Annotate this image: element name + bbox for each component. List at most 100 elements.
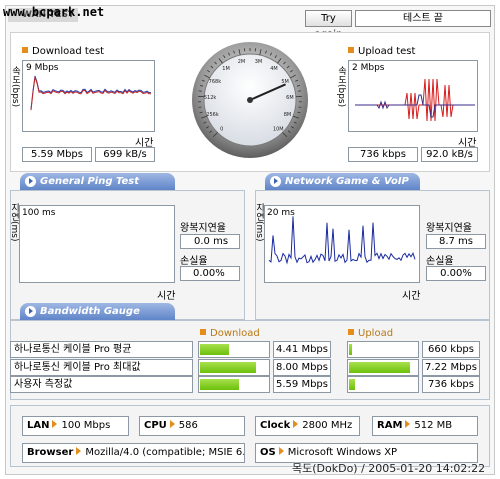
game-x-axis-label: 시간: [402, 291, 421, 302]
ram-value: 512 MB: [414, 420, 453, 431]
gauge-label: 10M: [273, 126, 284, 132]
download-series-secondary: [30, 77, 152, 111]
ram-arrow-icon: [405, 420, 411, 428]
upload-chart: 2 Mbps: [348, 60, 478, 132]
tab-general-ping-label: General Ping Test: [40, 176, 140, 187]
gauge-label: 6M: [286, 95, 294, 101]
download-bps-value: 5.59 Mbps: [22, 147, 92, 162]
clock-label: Clock: [260, 420, 291, 431]
clock-info: Clock 2800 MHz: [255, 416, 360, 436]
bandwidth-download-header-text: Download: [210, 328, 260, 339]
cpu-info: CPU 586: [139, 416, 245, 436]
watermark-stamp: 목도(DokDo) / 2005-01-20 14:02:22: [292, 462, 486, 475]
speed-gauge: 0256k512k768k1M2M 3M4M5M6M8M10M: [192, 42, 308, 158]
gauge-hub: [247, 97, 253, 103]
bandwidth-upload-bar: [347, 359, 419, 376]
bar-fill: [200, 344, 229, 355]
bandwidth-download-bar: [198, 359, 270, 376]
os-value: Microsoft Windows XP: [287, 447, 398, 458]
bandwidth-download-value: 5.59 Mbps: [273, 376, 331, 393]
lan-info: LAN 100 Mbps: [22, 416, 129, 436]
upload-title-text: Upload test: [358, 46, 416, 57]
ping-scale-label: 100 ms: [22, 208, 56, 218]
clock-arrow-icon: [293, 420, 299, 428]
download-y-axis-label: 속도(bps): [10, 66, 20, 108]
bandwidth-download-bar: [198, 341, 270, 358]
bandwidth-upload-value: 660 kbps: [422, 341, 480, 358]
game-chart: 20 ms: [264, 205, 420, 283]
download-bullet-icon: [22, 47, 28, 53]
ping-tab-arrow-icon: [25, 176, 36, 187]
ping-chart: 100 ms: [19, 205, 175, 283]
cpu-arrow-icon: [169, 420, 175, 428]
status-field: 테스트 끝: [355, 10, 491, 27]
ping-rtt-label: 왕복지연율: [180, 223, 226, 234]
bandwidth-row-label: 하나로통신 케이블 Pro 최대값: [10, 359, 193, 376]
game-latency-series: [268, 216, 416, 265]
bandwidth-row-label: 하나로통신 케이블 Pro 평균: [10, 341, 193, 358]
lan-label: LAN: [27, 420, 50, 431]
bandwidth-upload-bar: [347, 376, 419, 393]
bar-fill: [200, 362, 256, 373]
bandwidth-download-bar: [198, 376, 270, 393]
bandwidth-upload-bar: [347, 341, 419, 358]
gauge-label: 1M: [222, 66, 230, 72]
gauge-tick: [298, 90, 302, 92]
gauge-tick: [198, 90, 202, 92]
gauge-label: 0: [220, 126, 223, 132]
upload-kbs-value: 92.0 kB/s: [421, 147, 478, 162]
gauge-label: 256k: [206, 112, 219, 118]
game-loss-value: 0.00%: [426, 266, 486, 281]
lan-value: 100 Mbps: [61, 420, 111, 431]
bar-fill: [349, 344, 352, 355]
clock-value: 2800 MHz: [302, 420, 353, 431]
os-label: OS: [260, 447, 276, 458]
ram-label: RAM: [377, 420, 403, 431]
bandwidth-upload-value: 7.22 Mbps: [422, 359, 480, 376]
game-rtt-label: 왕복지연율: [426, 223, 472, 234]
os-arrow-icon: [278, 447, 284, 455]
gauge-label: 8M: [284, 112, 292, 118]
browser-arrow-icon: [76, 447, 82, 455]
upload-bps-value: 736 kbps: [348, 147, 418, 162]
game-plot: [268, 216, 416, 265]
upload-title: Upload test: [348, 46, 415, 57]
cpu-label: CPU: [144, 420, 167, 431]
site-url: www.bcpark.net: [3, 5, 105, 19]
bw-download-bullet-icon: [200, 329, 206, 335]
gauge-label: 4M: [270, 66, 278, 72]
tab-bandwidth-gauge[interactable]: Bandwidth Gauge: [20, 303, 175, 320]
ram-info: RAM 512 MB: [372, 416, 478, 436]
download-chart: 9 Mbps: [22, 60, 155, 132]
upload-plot: [355, 78, 475, 122]
gauge-label: 768k: [209, 79, 222, 85]
tab-general-ping[interactable]: General Ping Test: [20, 173, 175, 190]
bar-fill: [200, 379, 239, 390]
game-tab-arrow-icon: [270, 176, 281, 187]
bandwidth-upload-value: 736 kbps: [422, 376, 480, 393]
gauge-label: 2M: [238, 59, 246, 65]
bandwidth-download-header: Download: [200, 328, 260, 339]
ping-loss-label: 손실율: [180, 256, 208, 267]
browser-value: Mozilla/4.0 (compatible; MSIE 6.0: [85, 447, 245, 458]
upload-series-red: [355, 78, 475, 122]
download-plot: [30, 75, 152, 111]
bandwidth-upload-header-text: Upload: [358, 328, 394, 339]
ping-x-axis-label: 시간: [157, 291, 176, 302]
game-loss-label: 손실율: [426, 256, 454, 267]
download-title: Download test: [22, 46, 104, 57]
browser-label: Browser: [27, 447, 74, 458]
download-title-text: Download test: [32, 46, 105, 57]
bandwidth-tab-arrow-icon: [25, 306, 36, 317]
cpu-value: 586: [178, 420, 198, 431]
bandwidth-upload-header: Upload: [348, 328, 393, 339]
ping-loss-value: 0.00%: [180, 266, 240, 281]
tab-network-game[interactable]: Network Game & VoIP Test: [265, 173, 420, 204]
bar-fill: [349, 379, 355, 390]
lan-arrow-icon: [52, 420, 58, 428]
upload-y-axis-label: 속도(bps): [336, 66, 346, 108]
ping-rtt-value: 0.0 ms: [180, 234, 240, 249]
try-again-button[interactable]: Try again: [305, 10, 352, 40]
bar-fill: [349, 362, 410, 373]
tab-bandwidth-gauge-label: Bandwidth Gauge: [40, 306, 140, 317]
